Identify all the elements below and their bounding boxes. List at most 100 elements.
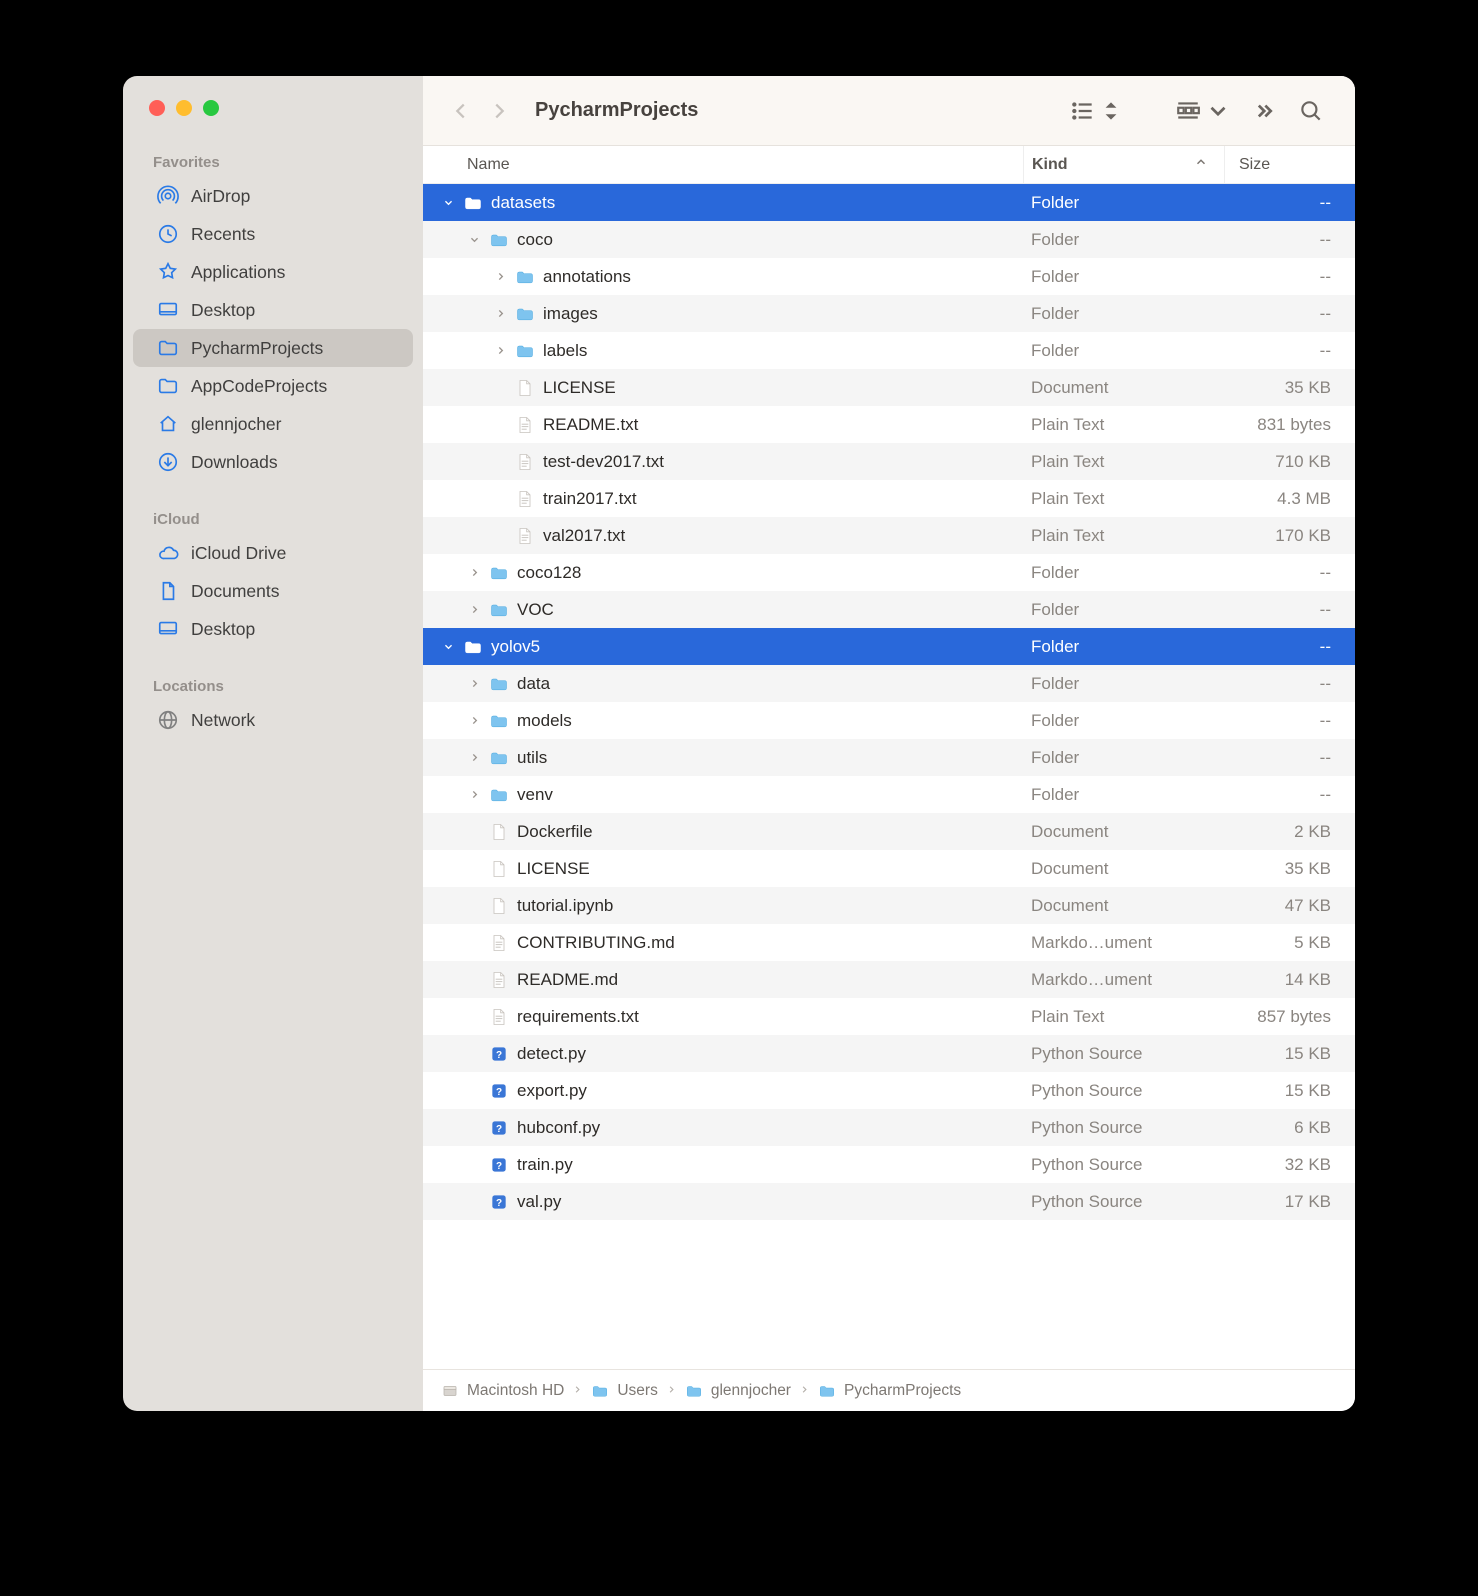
file-row[interactable]: val2017.txtPlain Text170 KB bbox=[423, 517, 1355, 554]
disclosure-triangle-icon[interactable] bbox=[467, 603, 481, 617]
file-row[interactable]: ?export.pyPython Source15 KB bbox=[423, 1072, 1355, 1109]
file-row[interactable]: ?hubconf.pyPython Source6 KB bbox=[423, 1109, 1355, 1146]
path-crumb[interactable]: Users bbox=[591, 1382, 657, 1400]
txt-icon bbox=[515, 526, 535, 546]
close-button[interactable] bbox=[149, 100, 165, 116]
file-row[interactable]: README.txtPlain Text831 bytes bbox=[423, 406, 1355, 443]
folder-icon bbox=[489, 748, 509, 768]
folder-icon bbox=[157, 337, 179, 359]
sidebar-item-label: AirDrop bbox=[191, 186, 250, 207]
view-list-button[interactable] bbox=[1069, 95, 1125, 127]
file-kind: Folder bbox=[1023, 341, 1225, 361]
file-row[interactable]: imagesFolder-- bbox=[423, 295, 1355, 332]
sidebar-item-desktop[interactable]: Desktop bbox=[133, 610, 413, 648]
path-crumb[interactable]: glennjocher bbox=[685, 1382, 791, 1400]
file-row[interactable]: LICENSEDocument35 KB bbox=[423, 850, 1355, 887]
disclosure-triangle-icon[interactable] bbox=[467, 788, 481, 802]
file-row[interactable]: ?val.pyPython Source17 KB bbox=[423, 1183, 1355, 1220]
file-row[interactable]: venvFolder-- bbox=[423, 776, 1355, 813]
file-kind: Folder bbox=[1023, 637, 1225, 657]
file-row[interactable]: dataFolder-- bbox=[423, 665, 1355, 702]
file-row[interactable]: train2017.txtPlain Text4.3 MB bbox=[423, 480, 1355, 517]
toolbar: PycharmProjects bbox=[423, 76, 1355, 146]
sidebar-item-appcodeprojects[interactable]: AppCodeProjects bbox=[133, 367, 413, 405]
group-by-button[interactable] bbox=[1175, 95, 1231, 127]
file-size: 831 bytes bbox=[1225, 415, 1355, 435]
svg-text:?: ? bbox=[496, 1198, 502, 1209]
file-row[interactable]: annotationsFolder-- bbox=[423, 258, 1355, 295]
sidebar-item-desktop[interactable]: Desktop bbox=[133, 291, 413, 329]
py-icon: ? bbox=[489, 1044, 509, 1064]
minimize-button[interactable] bbox=[176, 100, 192, 116]
sidebar-item-icloud-drive[interactable]: iCloud Drive bbox=[133, 534, 413, 572]
forward-button[interactable] bbox=[485, 97, 513, 125]
txt-icon bbox=[515, 415, 535, 435]
disclosure-triangle-icon[interactable] bbox=[467, 714, 481, 728]
disclosure-triangle-icon bbox=[493, 529, 507, 543]
md-icon bbox=[489, 970, 509, 990]
file-row[interactable]: requirements.txtPlain Text857 bytes bbox=[423, 998, 1355, 1035]
path-crumb-label: PycharmProjects bbox=[844, 1382, 961, 1400]
file-row[interactable]: modelsFolder-- bbox=[423, 702, 1355, 739]
disclosure-triangle-icon bbox=[493, 455, 507, 469]
chevron-right-icon bbox=[666, 1382, 677, 1400]
path-crumb[interactable]: PycharmProjects bbox=[818, 1382, 961, 1400]
file-kind: Plain Text bbox=[1023, 1007, 1225, 1027]
disclosure-triangle-icon[interactable] bbox=[441, 196, 455, 210]
file-row[interactable]: CONTRIBUTING.mdMarkdo…ument5 KB bbox=[423, 924, 1355, 961]
sidebar-item-airdrop[interactable]: AirDrop bbox=[133, 177, 413, 215]
zoom-button[interactable] bbox=[203, 100, 219, 116]
column-name[interactable]: Name bbox=[423, 156, 1023, 174]
file-size: 17 KB bbox=[1225, 1192, 1355, 1212]
txt-icon bbox=[515, 452, 535, 472]
disclosure-triangle-icon[interactable] bbox=[467, 677, 481, 691]
file-row[interactable]: tutorial.ipynbDocument47 KB bbox=[423, 887, 1355, 924]
file-row[interactable]: datasetsFolder-- bbox=[423, 184, 1355, 221]
file-name: requirements.txt bbox=[517, 1007, 639, 1027]
sidebar-item-downloads[interactable]: Downloads bbox=[133, 443, 413, 481]
file-name: README.txt bbox=[543, 415, 638, 435]
path-crumb[interactable]: Macintosh HD bbox=[441, 1382, 564, 1400]
file-row[interactable]: yolov5Folder-- bbox=[423, 628, 1355, 665]
file-row[interactable]: VOCFolder-- bbox=[423, 591, 1355, 628]
disclosure-triangle-icon[interactable] bbox=[441, 640, 455, 654]
file-name: export.py bbox=[517, 1081, 587, 1101]
sidebar-item-recents[interactable]: Recents bbox=[133, 215, 413, 253]
back-button[interactable] bbox=[447, 97, 475, 125]
file-row[interactable]: coco128Folder-- bbox=[423, 554, 1355, 591]
file-row[interactable]: README.mdMarkdo…ument14 KB bbox=[423, 961, 1355, 998]
file-row[interactable]: cocoFolder-- bbox=[423, 221, 1355, 258]
sidebar-item-network[interactable]: Network bbox=[133, 701, 413, 739]
more-button[interactable] bbox=[1241, 95, 1281, 127]
file-row[interactable]: DockerfileDocument2 KB bbox=[423, 813, 1355, 850]
disclosure-triangle-icon[interactable] bbox=[467, 566, 481, 580]
sidebar-item-applications[interactable]: Applications bbox=[133, 253, 413, 291]
file-size: 15 KB bbox=[1225, 1044, 1355, 1064]
disclosure-triangle-icon[interactable] bbox=[493, 307, 507, 321]
sidebar-item-pycharmprojects[interactable]: PycharmProjects bbox=[133, 329, 413, 367]
disclosure-triangle-icon[interactable] bbox=[493, 344, 507, 358]
svg-text:?: ? bbox=[496, 1087, 502, 1098]
file-row[interactable]: utilsFolder-- bbox=[423, 739, 1355, 776]
file-row[interactable]: ?train.pyPython Source32 KB bbox=[423, 1146, 1355, 1183]
file-name: datasets bbox=[491, 193, 555, 213]
disclosure-triangle-icon[interactable] bbox=[467, 233, 481, 247]
file-row[interactable]: test-dev2017.txtPlain Text710 KB bbox=[423, 443, 1355, 480]
column-kind[interactable]: Kind bbox=[1023, 146, 1225, 183]
disclosure-triangle-icon[interactable] bbox=[467, 751, 481, 765]
folder-icon bbox=[685, 1382, 703, 1400]
disclosure-triangle-icon[interactable] bbox=[493, 270, 507, 284]
folder-icon bbox=[489, 785, 509, 805]
file-size: 5 KB bbox=[1225, 933, 1355, 953]
sidebar-item-documents[interactable]: Documents bbox=[133, 572, 413, 610]
column-size[interactable]: Size bbox=[1225, 156, 1355, 174]
file-row[interactable]: labelsFolder-- bbox=[423, 332, 1355, 369]
file-row[interactable]: LICENSEDocument35 KB bbox=[423, 369, 1355, 406]
file-row[interactable]: ?detect.pyPython Source15 KB bbox=[423, 1035, 1355, 1072]
file-kind: Folder bbox=[1023, 230, 1225, 250]
file-name: train2017.txt bbox=[543, 489, 637, 509]
file-kind: Plain Text bbox=[1023, 452, 1225, 472]
file-name: annotations bbox=[543, 267, 631, 287]
search-button[interactable] bbox=[1291, 95, 1331, 127]
sidebar-item-glennjocher[interactable]: glennjocher bbox=[133, 405, 413, 443]
